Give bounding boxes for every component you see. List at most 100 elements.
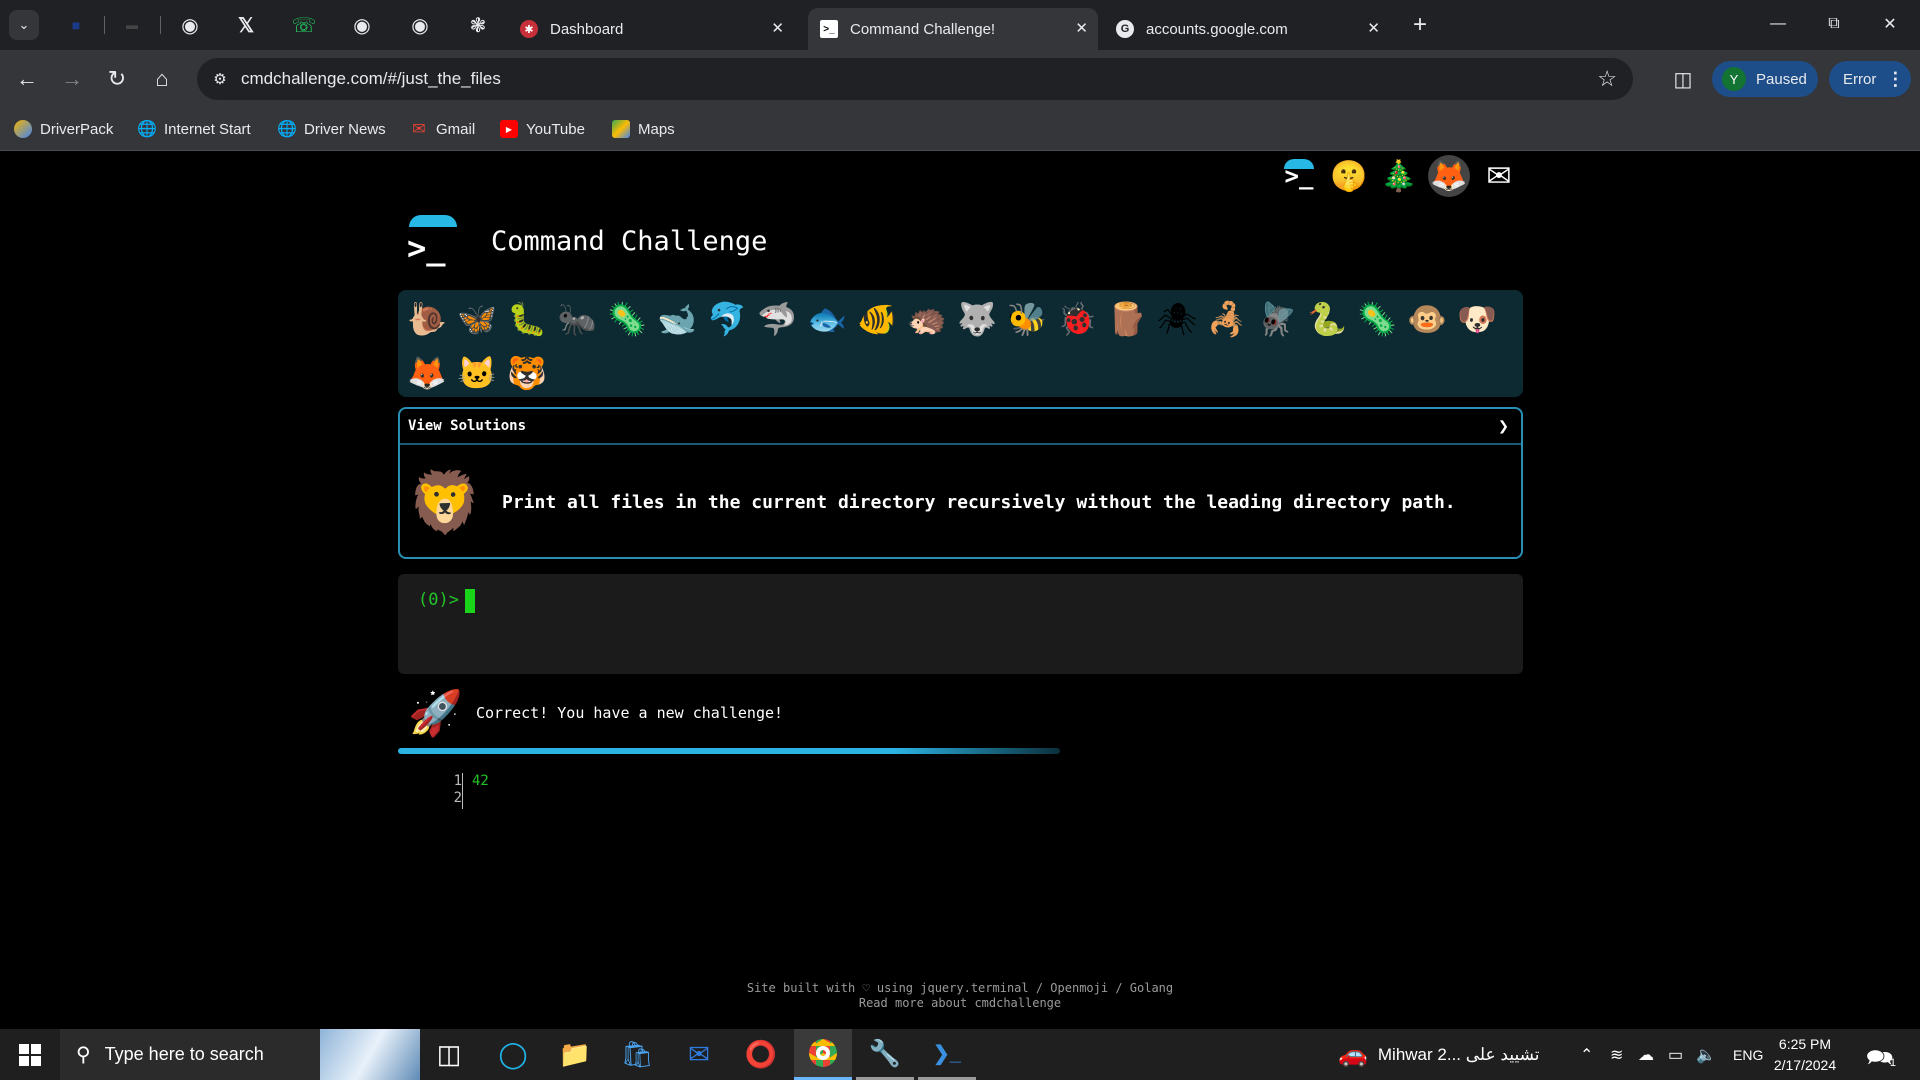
restore-button[interactable]: ⧉ (1814, 8, 1854, 40)
task-view-button[interactable]: ◫ (420, 1029, 478, 1080)
volume-control[interactable]: 🔈 (1696, 1029, 1716, 1080)
minimize-icon: — (1770, 15, 1786, 32)
store-app[interactable]: 🛍 (608, 1029, 666, 1080)
pinned-tab-x[interactable]: 𝕏 (226, 10, 266, 40)
reload-button[interactable]: ↻ (100, 62, 134, 96)
tab-search-button[interactable]: ⌄ (9, 10, 39, 40)
tab-google-accounts[interactable]: G accounts.google.com ✕ (1104, 8, 1390, 50)
bookmark-driver-news[interactable]: 🌐 Driver News (277, 117, 386, 141)
pinned-tab-github-3[interactable]: ◉ (400, 10, 440, 40)
url-text[interactable]: cmdchallenge.com/#/just_the_files (241, 69, 501, 89)
tropical-fish-icon[interactable]: 🐠 (854, 296, 900, 342)
microbe-icon[interactable]: 🦠 (604, 296, 650, 342)
fly-icon[interactable]: 🪰 (1254, 296, 1300, 342)
dolphin-icon[interactable]: 🐬 (704, 296, 750, 342)
notification-center-button[interactable]: 🗪 1 (1866, 1041, 1896, 1070)
pinned-tab-openai[interactable]: ❃ (458, 10, 498, 40)
input-language[interactable]: ENG (1733, 1029, 1763, 1080)
shark-icon[interactable]: 🦈 (754, 296, 800, 342)
system-clock[interactable]: 6:25 PM 2/17/2024 (1760, 1034, 1850, 1076)
envelope-icon[interactable]: ✉ (1478, 155, 1520, 197)
terminal-logo-icon[interactable]: >_ (1278, 155, 1320, 197)
start-button[interactable] (0, 1029, 60, 1080)
footer-read-more-link[interactable]: Read more about cmdchallenge (660, 996, 1260, 1011)
scorpion-icon[interactable]: 🦂 (1204, 296, 1250, 342)
close-tab-icon[interactable]: ✕ (771, 19, 784, 37)
bee-icon[interactable]: 🐝 (1004, 296, 1050, 342)
globe-icon: 🌐 (277, 121, 297, 138)
show-hidden-icons[interactable]: ⌃ (1580, 1029, 1593, 1080)
close-tab-icon[interactable]: ✕ (1367, 19, 1380, 37)
close-tab-icon[interactable]: ✕ (1075, 19, 1088, 37)
terminal-input[interactable]: (0)> (398, 574, 1523, 674)
taskbar-search[interactable]: ⚲ Type here to search (60, 1029, 420, 1080)
file-explorer-app[interactable]: 📁 (546, 1029, 604, 1080)
home-button[interactable]: ⌂ (145, 62, 179, 96)
tools-app[interactable]: 🔧 (856, 1029, 914, 1080)
ladybug-icon[interactable]: 🐞 (1054, 296, 1100, 342)
tiger-icon[interactable]: 🐯 (504, 350, 550, 396)
monkey-icon[interactable]: 🐵 (1404, 296, 1450, 342)
avatar: Y (1722, 67, 1746, 91)
shushing-face-icon[interactable]: 🤫 (1328, 155, 1370, 197)
output-lines: 42 (472, 773, 489, 789)
pinned-tab-github-2[interactable]: ◉ (342, 10, 382, 40)
bookmark-gmail[interactable]: ✉ Gmail (410, 117, 475, 141)
speaker-icon: 🔈 (1696, 1046, 1716, 1064)
mail-app[interactable]: ✉ (670, 1029, 728, 1080)
dog-icon[interactable]: 🐶 (1454, 296, 1500, 342)
battery-status[interactable]: ▭ (1668, 1029, 1683, 1080)
powershell-app[interactable]: ❯_ (918, 1029, 976, 1080)
language-label: ENG (1733, 1046, 1764, 1063)
bookmark-driverpack[interactable]: DriverPack (14, 117, 113, 141)
caterpillar-icon[interactable]: 🐛 (504, 296, 550, 342)
onedrive-status[interactable]: ☁ (1638, 1029, 1654, 1080)
wolf-icon[interactable]: 🐺 (954, 296, 1000, 342)
site-icon: ■ (71, 17, 81, 33)
bookmark-youtube[interactable]: ▶ YouTube (500, 117, 585, 141)
pinned-tab-2[interactable]: ▬ (112, 10, 152, 40)
gitlab-icon[interactable]: 🦊 (1428, 155, 1470, 197)
snake-icon[interactable]: 🐍 (1304, 296, 1350, 342)
back-button[interactable]: ← (10, 62, 44, 96)
chrome-app[interactable] (794, 1029, 852, 1080)
bookmark-internet-start[interactable]: 🌐 Internet Start (137, 117, 251, 141)
forward-button[interactable]: → (55, 62, 89, 96)
site-brand[interactable]: >_ Command Challenge (405, 211, 767, 271)
edge-app[interactable]: ◯ (484, 1029, 542, 1080)
github-icon: ◉ (181, 14, 199, 37)
close-window-button[interactable]: ✕ (1870, 8, 1910, 40)
opera-app[interactable]: ⭕ (732, 1029, 790, 1080)
butterfly-icon[interactable]: 🦋 (454, 296, 500, 342)
result-status: 🚀 Correct! You have a new challenge! (408, 685, 783, 741)
tab-dashboard[interactable]: ✱ Dashboard ✕ (508, 8, 794, 50)
side-panel-button[interactable]: ◫ (1668, 64, 1698, 94)
worm-icon[interactable]: 🪵 (1104, 296, 1150, 342)
network-status[interactable]: ≋ (1610, 1029, 1623, 1080)
snail-icon[interactable]: 🐌 (404, 296, 450, 342)
pinned-tab-1[interactable]: ■ (56, 10, 96, 40)
profile-button[interactable]: Y Paused (1712, 61, 1818, 97)
cat-icon[interactable]: 🐱 (454, 350, 500, 396)
paramecium-icon[interactable]: 🦠 (1354, 296, 1400, 342)
spider-icon[interactable]: 🕷 (1154, 296, 1200, 342)
address-bar[interactable]: ⚙ cmdchallenge.com/#/just_the_files ☆ (197, 58, 1633, 100)
site-info-icon[interactable]: ⚙ (209, 68, 231, 90)
new-tab-button[interactable]: + (1405, 10, 1435, 40)
fox-icon[interactable]: 🦊 (404, 350, 450, 396)
whale-icon[interactable]: 🐋 (654, 296, 700, 342)
bookmark-star-icon[interactable]: ☆ (1597, 66, 1617, 92)
hedgehog-icon[interactable]: 🦔 (904, 296, 950, 342)
minimize-button[interactable]: — (1758, 8, 1798, 40)
bookmark-maps[interactable]: Maps (612, 117, 675, 141)
pinned-tab-github-1[interactable]: ◉ (170, 10, 210, 40)
tree-icon[interactable]: 🎄 (1378, 155, 1420, 197)
chevron-up-icon: ⌃ (1580, 1046, 1594, 1064)
tab-command-challenge[interactable]: >_ Command Challenge! ✕ (808, 8, 1098, 50)
news-widget[interactable]: 🚗 Mihwar 2... تشييد على (1338, 1029, 1540, 1080)
browser-menu-button[interactable]: Error ⋮ (1829, 61, 1911, 97)
view-solutions-toggle[interactable]: View Solutions ❯ (400, 409, 1521, 445)
ant-icon[interactable]: 🐜 (554, 296, 600, 342)
pinned-tab-whatsapp[interactable]: ☏ (284, 10, 324, 40)
fish-icon[interactable]: 🐟 (804, 296, 850, 342)
